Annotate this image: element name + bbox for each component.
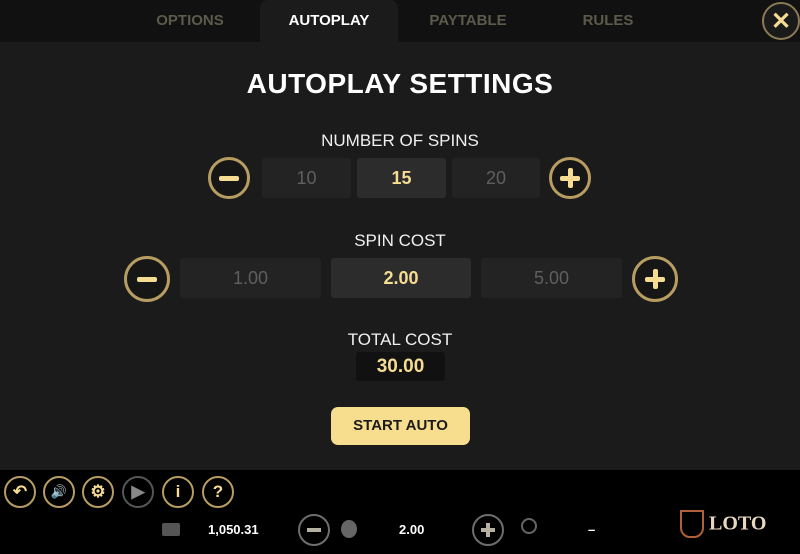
spins-option-20[interactable]: 20 [452,158,540,198]
award-icon [521,518,537,534]
back-icon: ↶ [12,482,28,501]
spins-option-15[interactable]: 15 [357,158,446,198]
close-icon: ✕ [770,7,792,35]
sound-icon: 🔊 [50,484,68,499]
spins-increase-button[interactable] [549,157,591,199]
coins-icon [341,520,357,538]
spins-label: NUMBER OF SPINS [321,131,479,150]
total-cost-value: 30.00 [356,352,445,381]
win-value: – [588,522,596,537]
tab-bar: OPTIONS AUTOPLAY PAYTABLE RULES ✕ [0,0,800,42]
back-button[interactable]: ↶ [4,476,36,508]
close-button[interactable]: ✕ [762,2,800,40]
cost-decrease-button[interactable] [124,256,170,302]
minus-icon [307,528,321,532]
help-icon: ? [212,482,224,501]
balance-value: 1,050.31 [208,522,259,537]
bet-decrease-button[interactable] [298,514,330,546]
sound-button[interactable]: 🔊 [43,476,75,508]
tab-options[interactable]: OPTIONS [130,0,250,42]
info-button[interactable]: i [162,476,194,508]
total-cost-label: TOTAL COST [347,330,453,349]
autoplay-button[interactable]: ▶ [122,476,154,508]
info-icon: i [175,482,181,501]
autoplay-icon: ▶ [131,482,145,501]
bet-increase-button[interactable] [472,514,504,546]
logo-emblem-icon [680,510,704,538]
tab-rules[interactable]: RULES [548,0,668,42]
minus-icon [219,175,239,181]
cost-increase-button[interactable] [632,256,678,302]
tab-autoplay[interactable]: AUTOPLAY [260,0,398,42]
cost-option-2[interactable]: 2.00 [331,258,471,298]
brand-logo: LOTO [680,510,800,550]
bet-value: 2.00 [399,522,425,537]
page-title: AUTOPLAY SETTINGS [246,68,554,99]
gear-icon: ⚙ [90,482,106,501]
spins-decrease-button[interactable] [208,157,250,199]
cost-option-5[interactable]: 5.00 [481,258,622,298]
wallet-icon [162,523,180,536]
spins-option-10[interactable]: 10 [262,158,351,198]
spin-cost-label: SPIN COST [354,231,446,250]
cost-option-1[interactable]: 1.00 [180,258,321,298]
help-button[interactable]: ? [202,476,234,508]
start-auto-button[interactable]: START AUTO [331,407,470,445]
settings-button[interactable]: ⚙ [82,476,114,508]
tab-paytable[interactable]: PAYTABLE [408,0,528,42]
minus-icon [137,276,157,282]
